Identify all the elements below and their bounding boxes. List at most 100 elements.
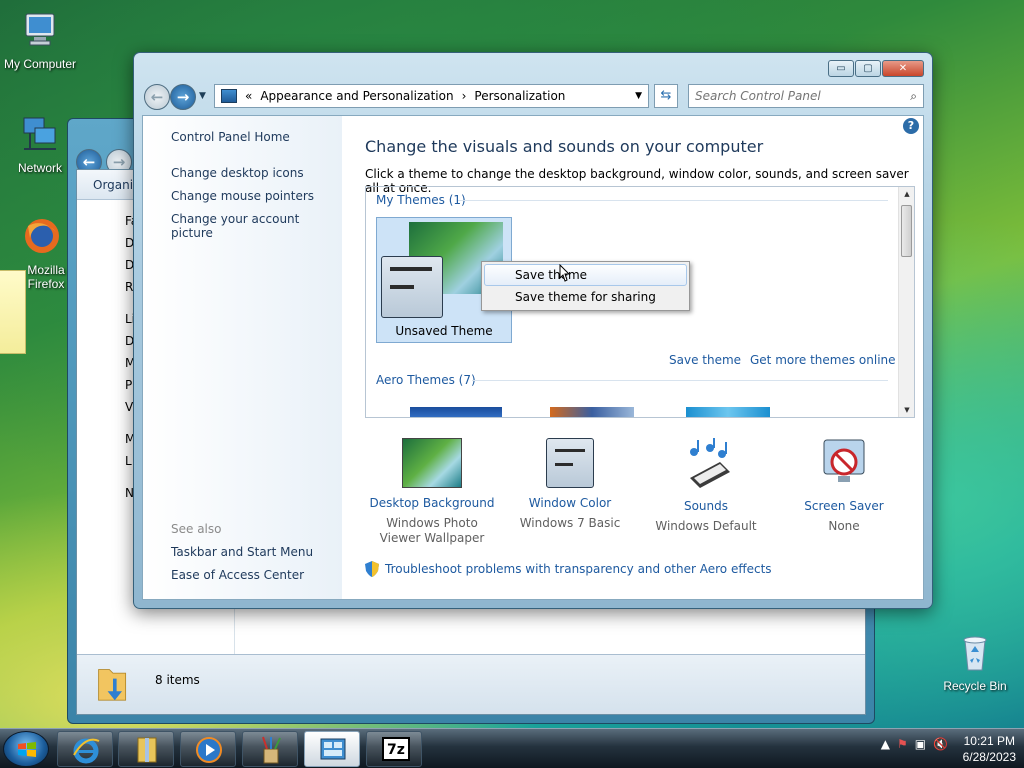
window-color-icon: [546, 438, 594, 488]
breadcrumb-separator-icon[interactable]: ›: [462, 89, 467, 103]
group-divider: [472, 380, 888, 381]
aero-themes-header: Aero Themes (7): [376, 373, 476, 387]
address-dropdown-icon[interactable]: ▼: [635, 91, 642, 101]
breadcrumb-appearance[interactable]: Appearance and Personalization: [260, 89, 453, 103]
computer-icon: [25, 13, 55, 46]
breadcrumb-personalization[interactable]: Personalization: [474, 89, 565, 103]
change-desktop-icons-link[interactable]: Change desktop icons: [171, 166, 304, 180]
taskbar-paint-tools[interactable]: [242, 731, 298, 767]
scroll-down-icon[interactable]: ▼: [899, 403, 914, 417]
themes-scrollbar[interactable]: ▲ ▼: [898, 187, 914, 417]
archive-icon: [137, 737, 157, 763]
taskbar-control-panel[interactable]: [304, 731, 360, 767]
taskbar-7zip[interactable]: 7z: [366, 731, 422, 767]
clock-time: 10:21 PM: [963, 734, 1015, 748]
desktop-background-value: Windows Photo Viewer Wallpaper: [379, 516, 485, 545]
status-bar: 8 items: [77, 654, 865, 714]
search-icon[interactable]: ⌕: [910, 89, 917, 104]
sticky-note[interactable]: [0, 270, 26, 354]
see-also-heading: See also: [171, 522, 222, 536]
window-color-swatch-icon: [381, 256, 443, 318]
address-overflow-chevron[interactable]: «: [245, 89, 252, 103]
scroll-up-icon[interactable]: ▲: [899, 187, 914, 201]
network-tray-icon[interactable]: ▣: [915, 737, 926, 751]
network-icon: [23, 117, 56, 150]
theme-label: Unsaved Theme: [395, 324, 493, 338]
change-mouse-pointers-link[interactable]: Change mouse pointers: [171, 189, 314, 203]
shield-icon: [365, 561, 379, 577]
taskbar-media-player[interactable]: [180, 731, 236, 767]
folder-icon: [98, 669, 127, 701]
menu-item-save-theme[interactable]: Save theme: [484, 264, 687, 286]
back-button[interactable]: ←: [144, 84, 170, 110]
save-theme-link[interactable]: Save theme: [669, 353, 741, 367]
window-color-title[interactable]: Window Color: [500, 496, 640, 510]
volume-muted-icon[interactable]: 🔇: [933, 737, 948, 751]
action-center-flag-icon[interactable]: ⚑: [897, 737, 908, 751]
item-count: 8 items: [155, 673, 200, 687]
system-tray: ▲ ⚑ ▣ 🔇: [881, 737, 948, 751]
window-color-option[interactable]: Window Color Windows 7 Basic: [500, 438, 640, 531]
windows-logo-icon: [18, 742, 36, 757]
sounds-title[interactable]: Sounds: [636, 499, 776, 513]
troubleshoot-label[interactable]: Troubleshoot problems with transparency …: [385, 562, 772, 576]
aero-theme-thumbnail[interactable]: [550, 407, 634, 417]
search-input[interactable]: [695, 89, 895, 103]
control-panel-icon: [320, 738, 346, 760]
refresh-button[interactable]: ⇆: [654, 84, 678, 108]
internet-explorer-icon: [73, 738, 100, 764]
desktop-icon-recycle-bin[interactable]: Recycle Bin: [935, 632, 1015, 693]
desktop-icon-label: Recycle Bin: [943, 679, 1007, 693]
my-themes-header: My Themes (1): [376, 193, 466, 207]
desktop-background-title[interactable]: Desktop Background: [362, 496, 502, 510]
firefox-icon: [25, 219, 59, 253]
clock-date: 6/28/2023: [962, 750, 1016, 764]
left-task-pane: Control Panel Home Change desktop icons …: [143, 116, 342, 599]
recycle-bin-icon: [963, 636, 987, 671]
sounds-icon: [690, 438, 730, 488]
taskbar-internet-explorer[interactable]: [57, 731, 113, 767]
scroll-thumb[interactable]: [901, 205, 912, 257]
desktop-icon-my-computer[interactable]: My Computer: [0, 10, 80, 71]
mouse-pointer-icon: [559, 264, 571, 282]
window-content: Control Panel Home Change desktop icons …: [142, 115, 924, 600]
show-hidden-icons-icon[interactable]: ▲: [881, 737, 890, 751]
start-button[interactable]: [3, 731, 49, 767]
taskbar-clock[interactable]: 10:21 PM 6/28/2023: [963, 733, 1016, 765]
aero-theme-thumbnail[interactable]: [410, 407, 502, 417]
minimize-button[interactable]: ▭: [828, 60, 854, 77]
forward-button[interactable]: →: [170, 84, 196, 110]
personalization-window[interactable]: ▭ ▢ ✕ ← → ▼ « Appearance and Personaliza…: [133, 52, 933, 609]
navigation-bar: ← → ▼ « Appearance and Personalization ›…: [142, 83, 924, 111]
taskbar-file-archive[interactable]: [118, 731, 174, 767]
aero-theme-thumbnail[interactable]: [686, 407, 770, 417]
sounds-value: Windows Default: [655, 519, 757, 533]
maximize-button[interactable]: ▢: [855, 60, 881, 77]
help-icon[interactable]: ?: [903, 118, 919, 134]
screen-saver-option[interactable]: Screen Saver None: [774, 438, 914, 534]
media-player-icon: [196, 737, 222, 763]
sounds-option[interactable]: Sounds Windows Default: [636, 438, 776, 534]
control-panel-icon: [221, 89, 237, 103]
7zip-icon: 7z: [382, 737, 410, 761]
get-more-themes-link[interactable]: Get more themes online: [750, 353, 896, 367]
desktop-background-option[interactable]: Desktop Background Windows Photo Viewer …: [362, 438, 502, 546]
screen-saver-icon: [823, 439, 865, 482]
close-button[interactable]: ✕: [882, 60, 924, 77]
window-controls: ▭ ▢ ✕: [828, 60, 924, 77]
ease-of-access-link[interactable]: Ease of Access Center: [171, 568, 304, 582]
paint-tools-icon: [262, 736, 281, 764]
change-account-picture-link[interactable]: Change your account picture: [171, 212, 342, 240]
screen-saver-title[interactable]: Screen Saver: [774, 499, 914, 513]
taskbar-start-menu-link[interactable]: Taskbar and Start Menu: [171, 545, 313, 559]
desktop-background-icon: [402, 438, 462, 488]
control-panel-home-link[interactable]: Control Panel Home: [171, 130, 290, 144]
recent-pages-dropdown-icon[interactable]: ▼: [199, 91, 206, 101]
screen-saver-value: None: [828, 519, 860, 533]
group-divider: [458, 200, 888, 201]
search-box[interactable]: ⌕: [688, 84, 924, 108]
theme-context-menu[interactable]: Save theme Save theme for sharing: [481, 261, 690, 311]
troubleshoot-aero-link[interactable]: Troubleshoot problems with transparency …: [365, 561, 772, 577]
menu-item-save-theme-for-sharing[interactable]: Save theme for sharing: [484, 286, 687, 308]
address-bar[interactable]: « Appearance and Personalization › Perso…: [214, 84, 649, 108]
